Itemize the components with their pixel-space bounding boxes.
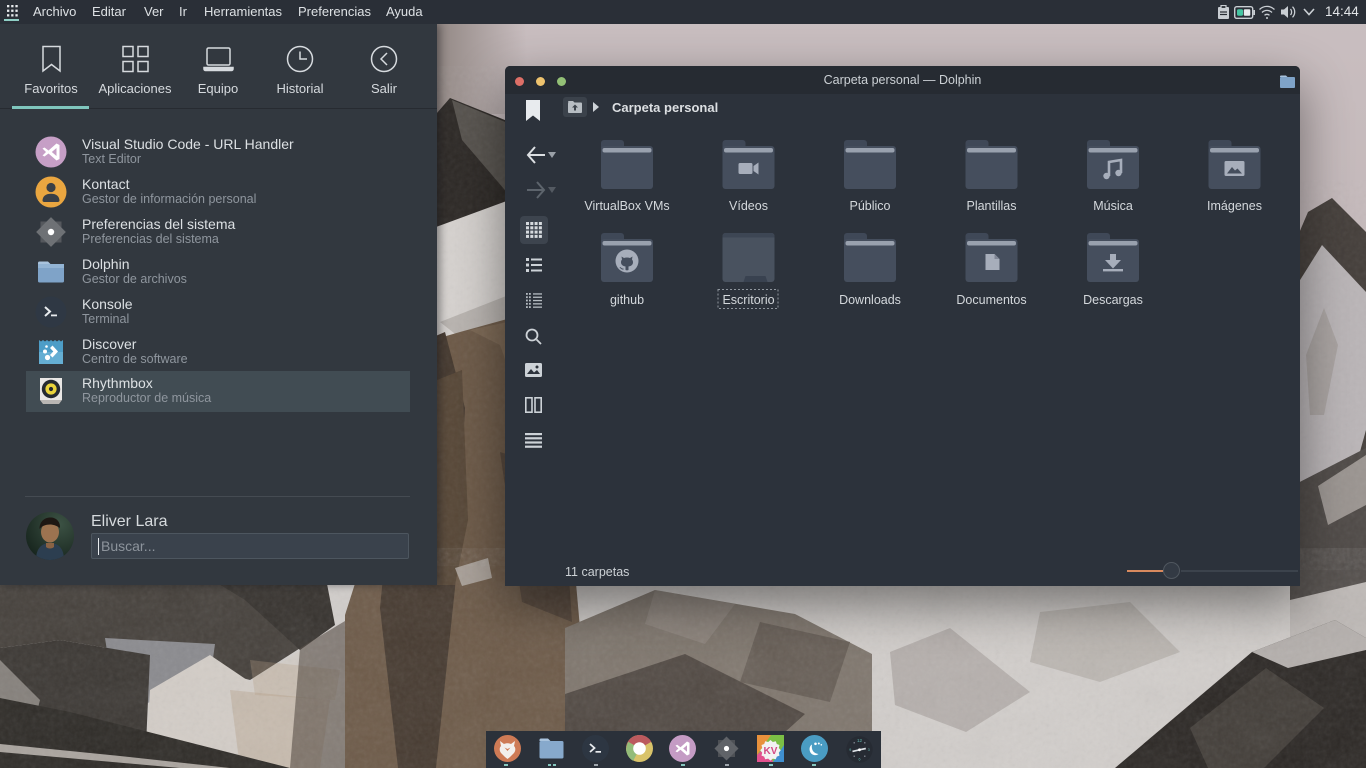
svg-text:6: 6 — [858, 757, 860, 761]
svg-text:12: 12 — [857, 738, 863, 743]
svg-text:9: 9 — [849, 748, 851, 752]
svg-text:3: 3 — [867, 748, 869, 752]
svg-text:KV: KV — [764, 746, 778, 757]
